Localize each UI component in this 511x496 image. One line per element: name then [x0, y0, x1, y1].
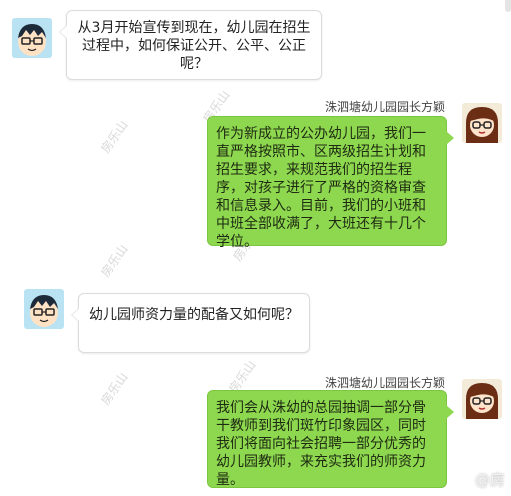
message-text: 从3月开始宣传到现在，幼儿园在招生过程中，如何保证公开、公平、公正呢？	[77, 20, 311, 72]
watermark-tag: @房	[474, 471, 505, 489]
watermark-text: 房乐山	[98, 118, 131, 156]
watermark-text: 房乐山	[98, 242, 131, 280]
watermark-text: 房乐山	[98, 370, 131, 408]
principal-avatar-icon	[462, 379, 502, 419]
reporter-avatar-icon	[12, 18, 52, 58]
message-text: 我们会从洙幼的总园抽调一部分骨干教师到我们斑竹印象园区，同时我们将面向社会招聘一…	[216, 400, 426, 488]
principal-avatar-icon	[462, 103, 502, 143]
reporter-avatar-icon	[24, 289, 64, 329]
chat-panel: 房乐山 房乐山 房乐山 房乐山 房乐山 房乐山 从3月开始宣传到现在，幼儿园在招…	[0, 0, 511, 496]
message-text: 作为新成立的公办幼儿园，我们一直严格按照市、区两级招生计划和招生要求，来规范我们…	[216, 126, 426, 250]
message-text: 幼儿园师资力量的配备又如何呢？	[89, 307, 299, 323]
message-bubble-question-1: 从3月开始宣传到现在，幼儿园在招生过程中，如何保证公开、公平、公正呢？	[59, 10, 322, 80]
message-bubble-answer-1: 作为新成立的公办幼儿园，我们一直严格按照市、区两级招生计划和招生要求，来规范我们…	[207, 116, 454, 250]
sender-name: 洙泗塘幼儿园园长方颖	[324, 100, 445, 114]
sender-name: 洙泗塘幼儿园园长方颖	[324, 376, 445, 390]
message-bubble-answer-2: 我们会从洙幼的总园抽调一部分骨干教师到我们斑竹印象园区，同时我们将面向社会招聘一…	[207, 390, 454, 488]
message-bubble-question-2: 幼儿园师资力量的配备又如何呢？	[71, 293, 310, 353]
scrollbar[interactable]	[505, 0, 511, 12]
